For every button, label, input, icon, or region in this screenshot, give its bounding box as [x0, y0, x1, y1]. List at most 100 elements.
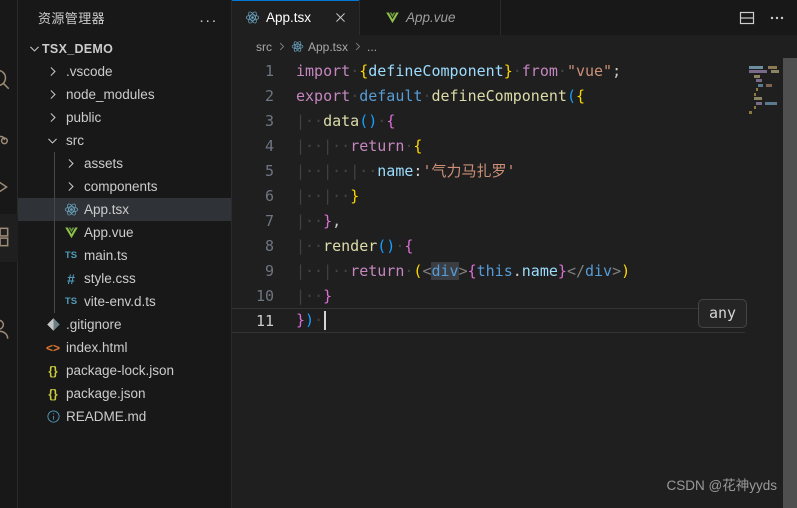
git-icon [44, 317, 62, 332]
code-line[interactable]: 9 |··|··return·(<div>{this.name}</div>) [232, 258, 745, 283]
tree-item-node-modules[interactable]: node_modules [18, 83, 231, 106]
line-number: 10 [255, 286, 274, 305]
run-debug-icon[interactable] [0, 174, 12, 200]
code-line[interactable]: 5 |··|··|··name:'气力马扎罗' [232, 158, 745, 183]
breadcrumb: src App.tsx ... [232, 35, 797, 58]
minimap-line [749, 97, 779, 100]
minimap-line [749, 106, 779, 109]
tree-item-app-tsx[interactable]: App.tsx [18, 198, 231, 221]
source-control-icon[interactable] [0, 130, 12, 156]
chevron-right-icon[interactable] [44, 110, 60, 126]
css-icon: # [67, 270, 75, 287]
tree-item-app-vue[interactable]: App.vue [18, 221, 231, 244]
tree-item-components[interactable]: components [18, 175, 231, 198]
code-line[interactable]: 7 |··}, [232, 208, 745, 233]
extensions-icon[interactable] [0, 224, 12, 250]
json-icon: {} [48, 386, 58, 401]
editor-scrollbar-thumb[interactable] [783, 58, 797, 508]
code-line[interactable]: 1 import·{defineComponent}·from·"vue"; [232, 58, 745, 83]
chevron-right-icon[interactable] [44, 64, 60, 80]
react-icon [62, 202, 80, 217]
line-content: |··}, [296, 211, 342, 230]
tree-item-gitignore[interactable]: .gitignore [18, 313, 231, 336]
line-number: 3 [264, 111, 274, 130]
tree-item-label: style.css [84, 271, 136, 286]
tree-item-vscode[interactable]: .vscode [18, 60, 231, 83]
editor-scrollbar[interactable] [783, 58, 797, 508]
code-line[interactable]: 4 |··|··return·{ [232, 133, 745, 158]
code-line[interactable]: 3 |··data()·{ [232, 108, 745, 133]
explorer-sidebar: 资源管理器 ... TSX_DEMO .vscode node_modules … [18, 0, 232, 508]
line-number: 5 [264, 161, 274, 180]
code-line-current[interactable]: 11 })· [232, 308, 745, 333]
more-actions-icon[interactable] [769, 10, 785, 26]
code-line[interactable]: 2 export·default·defineComponent({ [232, 83, 745, 108]
line-content: |··data()·{ [296, 111, 396, 130]
tree-item-label: main.ts [84, 248, 128, 263]
breadcrumb-item-overflow[interactable]: ... [367, 40, 377, 54]
minimap[interactable] [745, 58, 783, 508]
vue-icon [62, 225, 80, 240]
editor-actions [727, 0, 797, 35]
chevron-right-icon[interactable] [62, 156, 78, 172]
tree-item-readme-md[interactable]: README.md [18, 405, 231, 428]
minimap-line [749, 92, 779, 96]
chevron-right-icon [276, 41, 287, 52]
markdown-icon [44, 409, 62, 424]
tree-item-public[interactable]: public [18, 106, 231, 129]
chevron-right-icon[interactable] [62, 179, 78, 195]
tab-app-tsx[interactable]: App.tsx [232, 0, 361, 35]
minimap-line [749, 110, 779, 114]
chevron-right-icon [352, 41, 363, 52]
tab-app-vue[interactable]: App.vue [360, 0, 501, 35]
line-number: 7 [264, 211, 274, 230]
close-icon[interactable] [331, 9, 349, 27]
tree-item-label: package.json [66, 386, 146, 401]
accounts-icon[interactable] [0, 316, 12, 342]
breadcrumb-item-app-tsx[interactable]: App.tsx [291, 40, 348, 54]
line-content: |··|··|··name:'气力马扎罗' [296, 162, 516, 180]
explorer-more-actions-icon[interactable]: ... [196, 10, 221, 25]
tree-item-label: package-lock.json [66, 363, 175, 378]
tree-item-style-css[interactable]: # style.css [18, 267, 231, 290]
chevron-down-icon[interactable] [26, 41, 42, 57]
tree-item-assets[interactable]: assets [18, 152, 231, 175]
minimap-line [749, 70, 779, 73]
tree-item-package-json[interactable]: {} package.json [18, 382, 231, 405]
tree-item-src[interactable]: src [18, 129, 231, 152]
html-icon: <> [45, 340, 60, 355]
tree-item-label: public [66, 110, 102, 125]
tree-root-tsx-demo[interactable]: TSX_DEMO [18, 37, 231, 60]
tree-item-package-lock-json[interactable]: {} package-lock.json [18, 359, 231, 382]
code-line[interactable]: 10 |··} [232, 283, 745, 308]
react-icon [244, 10, 260, 26]
tree-item-label: src [66, 133, 84, 148]
code-line[interactable]: 8 |··render()·{ [232, 233, 745, 258]
split-editor-right-icon[interactable] [739, 10, 755, 26]
vue-icon [384, 10, 400, 26]
breadcrumb-item-src[interactable]: src [256, 40, 272, 54]
line-number: 6 [264, 186, 274, 205]
tree-item-index-html[interactable]: <> index.html [18, 336, 231, 359]
tree-item-label: assets [84, 156, 124, 171]
minimap-line [749, 83, 779, 87]
chevron-down-icon[interactable] [44, 133, 60, 149]
search-icon[interactable] [0, 66, 12, 92]
line-content: |··|··} [296, 186, 360, 205]
chevron-right-icon[interactable] [44, 87, 60, 103]
activity-bar [0, 0, 18, 508]
code-lines[interactable]: 1 import·{defineComponent}·from·"vue"; 2… [232, 58, 748, 508]
code-line[interactable]: 6 |··|··} [232, 183, 745, 208]
tab-label: App.vue [406, 10, 456, 25]
tree-item-vite-env-d-ts[interactable]: TS vite-env.d.ts [18, 290, 231, 313]
code-editor[interactable]: 1 import·{defineComponent}·from·"vue"; 2… [232, 58, 797, 508]
text-cursor [324, 311, 327, 330]
tree-item-main-ts[interactable]: TS main.ts [18, 244, 231, 267]
tree-item-label: App.vue [84, 225, 134, 240]
line-number: 4 [264, 136, 274, 155]
line-number: 1 [264, 61, 274, 80]
vscode-window: 资源管理器 ... TSX_DEMO .vscode node_modules … [0, 0, 797, 508]
line-number: 8 [264, 236, 274, 255]
tree-item-label: App.tsx [84, 202, 130, 217]
minimap-line [749, 101, 779, 105]
